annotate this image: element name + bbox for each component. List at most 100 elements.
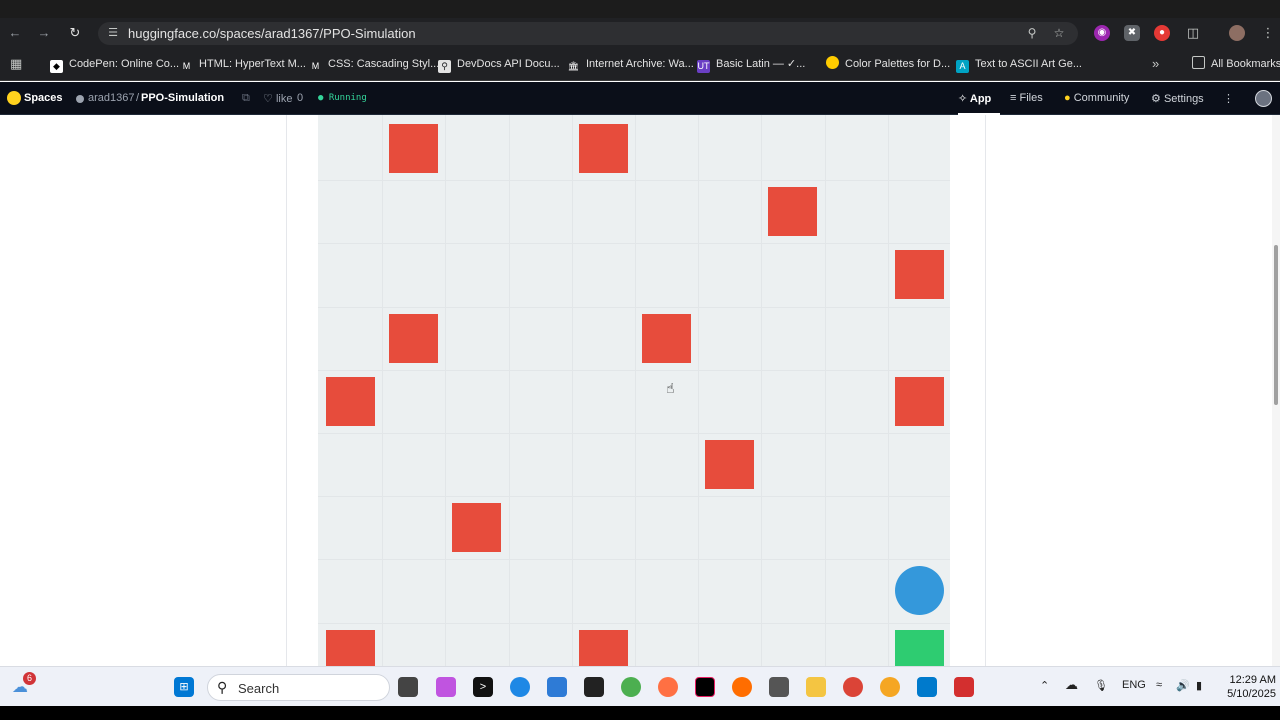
- terminal-icon[interactable]: >: [473, 677, 493, 697]
- forward-icon[interactable]: →: [35, 24, 53, 42]
- grid-line: [318, 433, 950, 434]
- grid-line: [318, 559, 950, 560]
- page-scrollbar[interactable]: [1272, 115, 1280, 666]
- firefox-icon[interactable]: [732, 677, 752, 697]
- app-green-icon[interactable]: [621, 677, 641, 697]
- user-avatar[interactable]: [1255, 90, 1272, 107]
- taskbar-search[interactable]: ⚲ Search: [207, 674, 390, 701]
- path-separator: /: [136, 92, 140, 104]
- obstacle-cell: [895, 377, 944, 426]
- obstacle-cell: [389, 314, 438, 363]
- tray-chevron-icon[interactable]: ⌃: [1040, 679, 1049, 692]
- bookmark-ascii[interactable]: A Text to ASCII Art Ge...: [956, 56, 1082, 73]
- url-text[interactable]: huggingface.co/spaces/arad1367/PPO-Simul…: [128, 26, 416, 41]
- chrome-icon[interactable]: [843, 677, 863, 697]
- store-icon[interactable]: [547, 677, 567, 697]
- jetbrains-icon[interactable]: [695, 677, 715, 697]
- grid-line: [318, 496, 950, 497]
- blender-icon[interactable]: [880, 677, 900, 697]
- obstacle-cell: [326, 630, 375, 666]
- onedrive-icon[interactable]: ☁: [1065, 677, 1078, 693]
- tab-files[interactable]: ≡ Files: [1010, 92, 1043, 104]
- hf-logo-icon[interactable]: [7, 91, 21, 105]
- spaces-link[interactable]: Spaces: [24, 92, 63, 104]
- bookmark-codepen[interactable]: ◆ CodePen: Online Co...: [50, 56, 179, 73]
- profile-avatar[interactable]: [1229, 25, 1245, 41]
- microphone-icon[interactable]: 🎙: [1094, 679, 1108, 692]
- tab-community[interactable]: ● Community: [1064, 92, 1129, 104]
- bookmark-star-icon[interactable]: ☆: [1051, 25, 1067, 41]
- extension-icon[interactable]: ✖: [1124, 25, 1140, 41]
- battery-icon[interactable]: ▮: [1196, 679, 1202, 692]
- windows-start-icon[interactable]: ⊞: [174, 677, 194, 697]
- extension-icon[interactable]: ◉: [1094, 25, 1110, 41]
- cmd-icon[interactable]: [584, 677, 604, 697]
- task-view-icon[interactable]: [398, 677, 418, 697]
- obstacle-cell: [705, 440, 754, 489]
- scrollbar-thumb[interactable]: [1274, 245, 1278, 405]
- notification-badge: 6: [23, 672, 36, 685]
- obstacle-cell: [895, 250, 944, 299]
- extension-icon[interactable]: ●: [1154, 25, 1170, 41]
- zoom-icon[interactable]: ⚲: [1024, 25, 1040, 41]
- mdn-icon: M: [311, 61, 320, 71]
- tab-app[interactable]: ✧ App: [958, 92, 991, 105]
- heart-icon: ♡: [263, 93, 273, 105]
- vscode-icon[interactable]: [917, 677, 937, 697]
- grid-line: [509, 115, 510, 666]
- obstacle-cell: [452, 503, 501, 552]
- edge-icon[interactable]: [510, 677, 530, 697]
- extensions-puzzle-icon[interactable]: ◫: [1185, 25, 1201, 41]
- space-content: [0, 115, 1280, 666]
- ut-icon: UT: [697, 60, 710, 73]
- app-icon: ✧: [958, 93, 968, 105]
- obstacle-cell: [768, 187, 817, 236]
- apps-grid-icon[interactable]: ▦: [10, 56, 22, 72]
- tab-settings[interactable]: ⚙ Settings: [1151, 92, 1204, 105]
- devdocs-icon: ⚲: [438, 60, 451, 73]
- acrobat-icon[interactable]: [954, 677, 974, 697]
- all-bookmarks[interactable]: All Bookmarks: [1192, 56, 1280, 72]
- bookmark-basic-latin[interactable]: UT Basic Latin — ✓...: [697, 56, 805, 73]
- goal-cell: [895, 630, 944, 666]
- language-indicator[interactable]: ENG: [1122, 679, 1146, 691]
- bookmark-archive[interactable]: 🏛 Internet Archive: Wa...: [567, 56, 694, 72]
- app-orange-icon[interactable]: [658, 677, 678, 697]
- owner-link[interactable]: arad1367: [88, 92, 135, 104]
- grid-environment: [318, 115, 950, 666]
- bookmark-color-palettes[interactable]: Color Palettes for D...: [826, 56, 950, 72]
- screen-bottom-edge: [0, 706, 1280, 720]
- status-badge: ● Running: [318, 93, 367, 103]
- system-clock[interactable]: 12:29 AM 5/10/2025: [1216, 673, 1276, 701]
- dax-icon[interactable]: [769, 677, 789, 697]
- screen: ← → ↻ ☰ huggingface.co/spaces/arad1367/P…: [0, 0, 1280, 720]
- grid-line: [825, 115, 826, 666]
- volume-icon[interactable]: 🔊: [1176, 679, 1190, 692]
- more-bookmarks-icon[interactable]: »: [1152, 56, 1159, 72]
- grid-line: [382, 115, 383, 666]
- copy-icon[interactable]: ⧉: [242, 92, 250, 105]
- hand-cursor-icon: ☝: [666, 380, 675, 396]
- grid-line: [318, 180, 950, 181]
- more-options-icon[interactable]: ⋮: [1223, 92, 1234, 105]
- bookmark-html[interactable]: M HTML: HyperText M...: [180, 56, 306, 72]
- address-bar[interactable]: ☰ huggingface.co/spaces/arad1367/PPO-Sim…: [98, 22, 1078, 45]
- browser-toolbar: ← → ↻ ☰ huggingface.co/spaces/arad1367/P…: [0, 18, 1280, 48]
- obstacle-cell: [642, 314, 691, 363]
- grid-line: [445, 115, 446, 666]
- bookmark-devdocs[interactable]: ⚲ DevDocs API Docu...: [438, 56, 560, 73]
- windows-taskbar: ☁ 6 ⊞ ⚲ Search > ⌃ ☁ 🎙 ENG ≈ 🔊 ▮ 12:29 A…: [0, 666, 1280, 706]
- like-button[interactable]: ♡ like: [263, 92, 292, 105]
- repo-name[interactable]: PPO-Simulation: [141, 92, 224, 104]
- menu-kebab-icon[interactable]: ⋮: [1260, 25, 1276, 41]
- palette-icon: [826, 56, 839, 69]
- copilot-icon[interactable]: [436, 677, 456, 697]
- reload-icon[interactable]: ↻: [66, 24, 84, 42]
- hf-space-header: Spaces arad1367 / PPO-Simulation ⧉ ♡ lik…: [0, 82, 1280, 115]
- bookmark-css[interactable]: M CSS: Cascading Styl...: [309, 56, 440, 72]
- wifi-icon[interactable]: ≈: [1156, 679, 1162, 691]
- mdn-icon: M: [182, 61, 191, 71]
- file-explorer-icon[interactable]: [806, 677, 826, 697]
- site-info-icon[interactable]: ☰: [106, 26, 120, 40]
- back-icon[interactable]: ←: [6, 24, 24, 42]
